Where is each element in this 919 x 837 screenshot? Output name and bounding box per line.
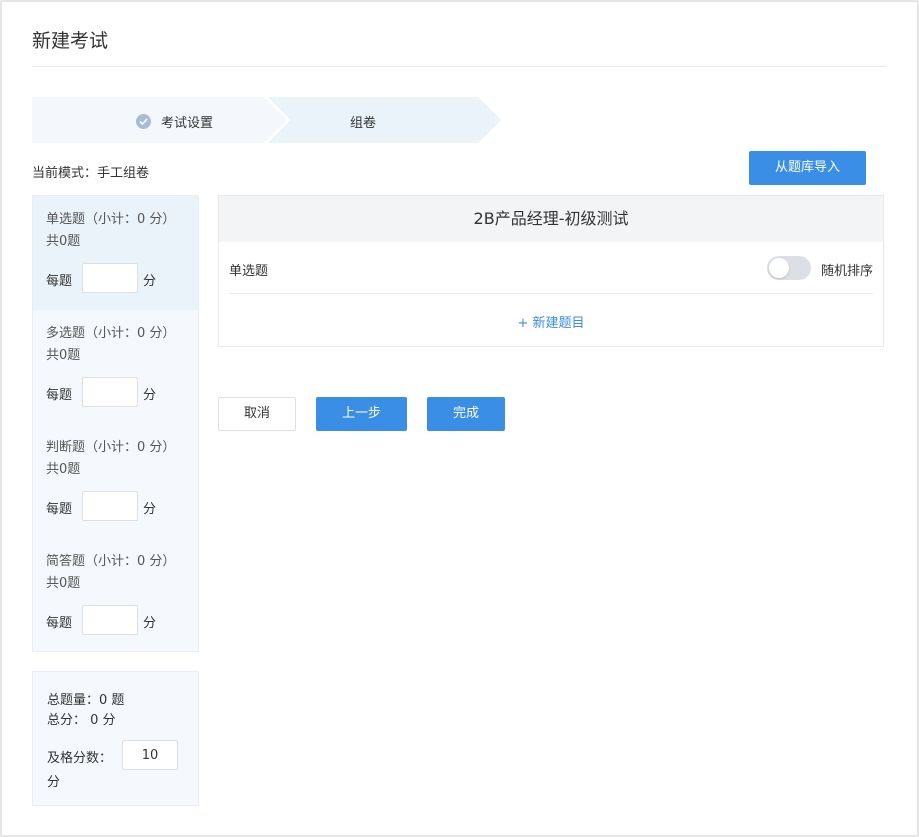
pass-score-unit: 分 [47, 775, 61, 790]
per-question-score-input[interactable] [82, 605, 138, 635]
qtype-count: 共0题 [46, 348, 81, 363]
page-title: 新建考试 [32, 30, 109, 52]
step-1[interactable]: 考试设置 [136, 112, 213, 131]
add-question-link[interactable]: + 新建题目 [219, 312, 883, 331]
qtype-count: 共0题 [46, 462, 81, 477]
total-questions: 总题量：0 题 [47, 693, 125, 708]
exam-paper-card: 2B产品经理-初级测试 单选题 随机排序 + 新建题目 [218, 195, 884, 347]
exam-title: 2B产品经理-初级测试 [219, 196, 883, 242]
step-bar-shapes [32, 97, 501, 143]
step-2-label: 组卷 [350, 116, 377, 131]
qtype-head: 简答题（小计：0 分） [46, 554, 176, 569]
qtype-short-answer[interactable]: 简答题（小计：0 分） 共0题 每题 分 [33, 538, 198, 652]
qtype-head: 多选题（小计：0 分） [46, 326, 176, 341]
qtype-single-choice[interactable]: 单选题（小计：0 分） 共0题 每题 分 [33, 196, 198, 310]
per-question-score-input[interactable] [82, 377, 138, 407]
title-divider [32, 66, 886, 67]
previous-step-button[interactable]: 上一步 [316, 397, 407, 431]
section-label: 单选题 [229, 264, 269, 279]
question-type-panel: 单选题（小计：0 分） 共0题 每题 分 多选题（小计：0 分） 共0题 每题 … [32, 195, 199, 652]
qtype-head: 判断题（小计：0 分） [46, 440, 176, 455]
cancel-button[interactable]: 取消 [218, 397, 296, 431]
per-question-score-input[interactable] [82, 263, 138, 293]
import-from-bank-button[interactable]: 从题库导入 [749, 151, 866, 185]
total-score: 总分： 0 分 [47, 713, 116, 728]
per-question-label: 每题 [46, 388, 73, 403]
score-unit: 分 [143, 616, 157, 631]
summary-panel: 总题量：0 题 总分： 0 分 及格分数： 分 [32, 671, 199, 806]
pass-score-input[interactable] [122, 740, 178, 770]
card-divider [229, 293, 873, 294]
qtype-head: 单选题（小计：0 分） [46, 212, 176, 227]
qtype-true-false[interactable]: 判断题（小计：0 分） 共0题 每题 分 [33, 424, 198, 538]
per-question-score-input[interactable] [82, 491, 138, 521]
finish-button[interactable]: 完成 [427, 397, 505, 431]
score-unit: 分 [143, 274, 157, 289]
step-1-label: 考试设置 [161, 116, 214, 131]
step-2-shape [268, 97, 501, 143]
random-order-toggle[interactable] [767, 256, 811, 280]
qtype-count: 共0题 [46, 234, 81, 249]
per-question-label: 每题 [46, 616, 73, 631]
per-question-label: 每题 [46, 502, 73, 517]
step-2[interactable]: 组卷 [350, 112, 376, 131]
score-unit: 分 [143, 502, 157, 517]
qtype-count: 共0题 [46, 576, 81, 591]
pass-score-label: 及格分数： [47, 751, 113, 766]
random-order-label: 随机排序 [821, 264, 874, 279]
score-unit: 分 [143, 388, 157, 403]
per-question-label: 每题 [46, 274, 73, 289]
mode-text: 当前模式：手工组卷 [32, 166, 150, 181]
step-bar: 考试设置 组卷 [32, 97, 502, 143]
qtype-multiple-choice[interactable]: 多选题（小计：0 分） 共0题 每题 分 [33, 310, 198, 424]
check-circle-icon [136, 114, 151, 129]
toggle-knob [769, 258, 789, 278]
